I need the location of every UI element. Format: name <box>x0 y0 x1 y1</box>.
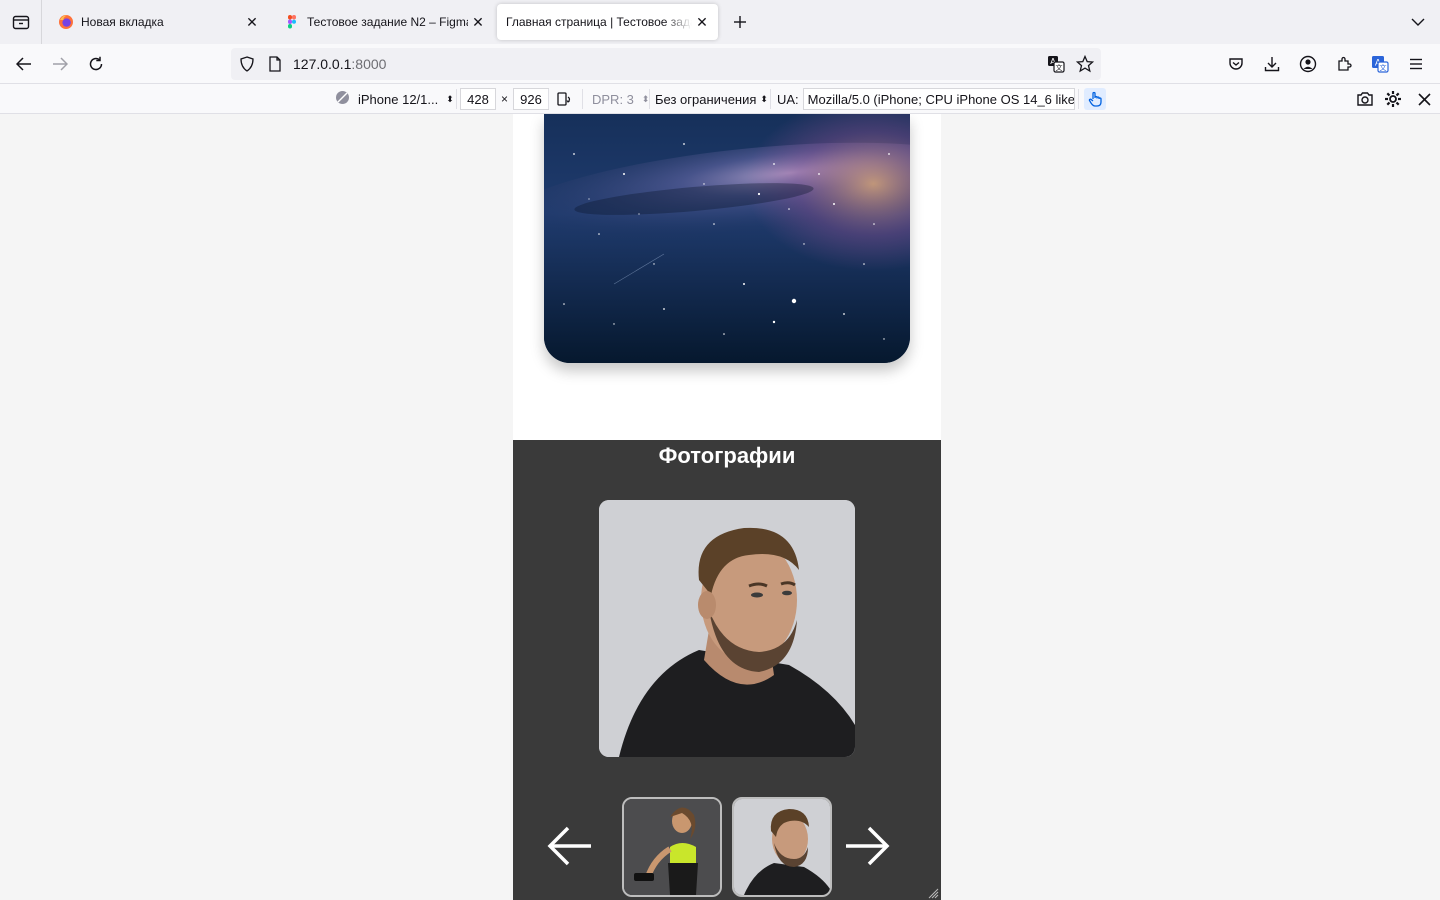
url-bar[interactable]: 127.0.0.1:8000 A文 <box>231 48 1101 80</box>
close-icon[interactable]: ✕ <box>692 12 712 32</box>
reload-icon[interactable] <box>82 50 110 78</box>
figma-icon <box>284 14 300 30</box>
url-text[interactable]: 127.0.0.1:8000 <box>293 56 386 72</box>
tab-title: Главная страница | Тестовое задание <box>506 15 692 29</box>
settings-gear-icon[interactable] <box>1384 85 1402 113</box>
download-icon[interactable] <box>1258 50 1286 78</box>
screenshot-icon[interactable] <box>1356 85 1374 113</box>
viewport-area: Фотографии <box>0 114 1440 900</box>
tab-figma[interactable]: Тестовое задание N2 – Figma ✕ <box>272 4 494 40</box>
translate-icon[interactable]: A文 <box>1047 55 1065 78</box>
responsive-design-toolbar: iPhone 12/1... ⬍ 428 × 926 DPR: 3 ⬍ Без … <box>0 85 1440 114</box>
user-agent: UA: Mozilla/5.0 (iPhone; CPU iPhone OS 1… <box>777 85 1075 113</box>
bookmark-star-icon[interactable] <box>1075 54 1095 78</box>
url-host: 127.0.0.1 <box>293 56 352 72</box>
thumbnail-woman-fitness[interactable] <box>622 797 722 897</box>
thumbnail-man-portrait[interactable] <box>732 797 832 897</box>
select-arrows-icon: ⬍ <box>760 93 768 104</box>
viewport-width-input[interactable]: 428 <box>460 88 496 110</box>
tab-list-icon[interactable] <box>0 0 42 44</box>
throttling-label: Без ограничения <box>655 91 757 107</box>
device-icon <box>335 90 350 108</box>
user-agent-input[interactable]: Mozilla/5.0 (iPhone; CPU iPhone OS 14_6 … <box>802 88 1075 110</box>
firefox-icon <box>58 14 74 30</box>
new-tab-icon[interactable] <box>728 10 752 34</box>
next-arrow-icon[interactable] <box>843 822 891 870</box>
ua-label: UA: <box>777 91 799 107</box>
tab-title: Тестовое задание N2 – Figma <box>307 15 468 29</box>
resize-grip-icon[interactable] <box>927 886 939 899</box>
account-icon[interactable] <box>1294 50 1322 78</box>
back-arrow-icon[interactable] <box>10 50 38 78</box>
select-arrows-icon: ⬍ <box>446 93 454 104</box>
touch-simulation-icon[interactable] <box>1084 88 1106 110</box>
tab-new-tab[interactable]: Новая вкладка ✕ <box>46 4 268 40</box>
forward-arrow-icon[interactable] <box>46 50 74 78</box>
navigation-toolbar: 127.0.0.1:8000 A文 A文 <box>0 44 1440 84</box>
chevron-down-icon[interactable] <box>1406 10 1430 34</box>
pocket-icon[interactable] <box>1222 50 1250 78</box>
hamburger-menu-icon[interactable] <box>1402 50 1430 78</box>
shield-icon[interactable] <box>239 56 255 77</box>
dpr-label: DPR: 3 <box>592 91 634 107</box>
tab-bar: Новая вкладка ✕ Тестовое задание N2 – Fi… <box>0 0 1440 44</box>
photos-section: Фотографии <box>513 440 941 900</box>
photos-section-title: Фотографии <box>658 443 796 468</box>
main-photo-man-portrait <box>599 500 855 757</box>
tab-title: Новая вкладка <box>81 15 164 29</box>
close-icon[interactable]: ✕ <box>468 12 488 32</box>
viewport-height-input[interactable]: 926 <box>513 88 550 110</box>
tab-main-page[interactable]: Главная страница | Тестовое задание ✕ <box>497 4 718 40</box>
previous-arrow-icon[interactable] <box>546 822 594 870</box>
device-selector[interactable]: iPhone 12/1... ⬍ <box>335 85 454 113</box>
size-inputs: 428 × 926 <box>460 85 550 113</box>
size-separator: × <box>501 92 509 106</box>
device-viewport: Фотографии <box>513 114 941 900</box>
close-icon[interactable]: ✕ <box>242 12 262 32</box>
svg-text:文: 文 <box>1380 63 1387 72</box>
page-icon[interactable] <box>268 56 282 77</box>
dpr-selector[interactable]: DPR: 3 ⬍ <box>592 85 649 113</box>
space-image <box>544 114 910 363</box>
device-name: iPhone 12/1... <box>358 91 439 107</box>
extensions-icon[interactable] <box>1330 50 1358 78</box>
url-port: :8000 <box>351 56 387 72</box>
svg-text:文: 文 <box>1056 63 1063 72</box>
translator-extension-icon[interactable]: A文 <box>1366 50 1394 78</box>
rotate-icon[interactable] <box>556 85 572 113</box>
close-rdm-icon[interactable] <box>1418 85 1431 113</box>
throttling-selector[interactable]: Без ограничения ⬍ <box>655 85 768 113</box>
